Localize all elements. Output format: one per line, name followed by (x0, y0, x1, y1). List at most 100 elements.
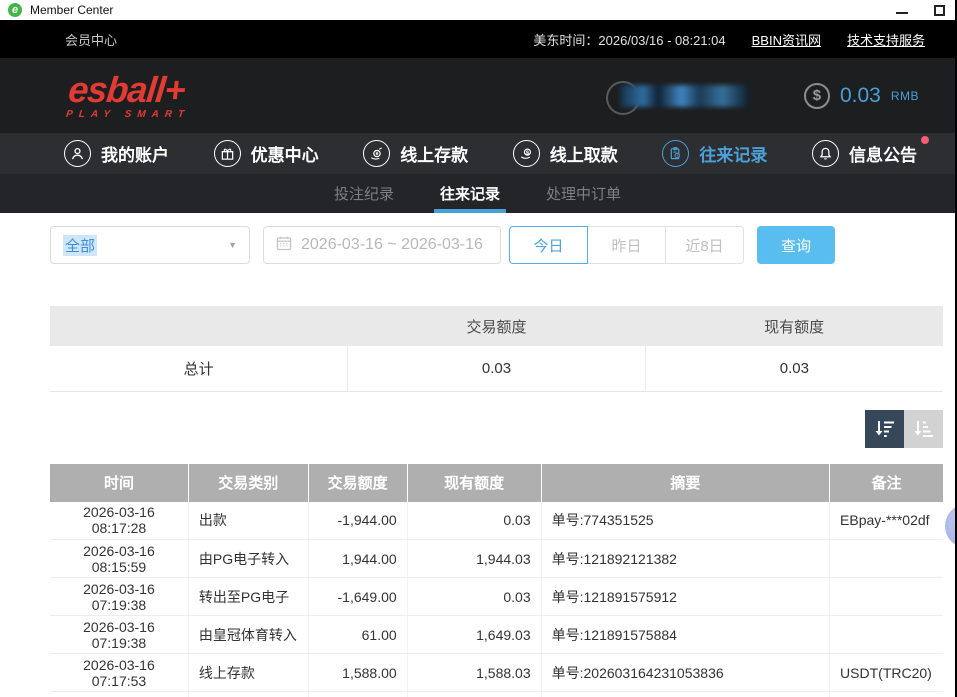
nav-promotions[interactable]: 优惠中心 (214, 140, 319, 167)
yesterday-button[interactable]: 昨日 (587, 226, 666, 264)
window-titlebar: e Member Center (0, 0, 955, 20)
search-button[interactable]: 查询 (757, 226, 835, 264)
table-cell: -1,649.00 (308, 578, 407, 616)
nav-withdraw[interactable]: $ 线上取款 (513, 140, 618, 167)
summary-header-row: 交易额度 现有额度 (50, 306, 943, 346)
nav-deposit[interactable]: ¥ 线上存款 (363, 140, 468, 167)
table-cell: 出款 (188, 502, 308, 540)
sort-ascending-button[interactable] (904, 410, 943, 448)
table-cell: USDT(TRC20) (830, 654, 943, 692)
nav-announcements[interactable]: 信息公告 (812, 140, 917, 167)
esball-logo: esball+ PLAY SMART (65, 72, 194, 120)
summary-header-empty (50, 306, 348, 346)
date-range-input[interactable]: 2026-03-16 ~ 2026-03-16 (263, 226, 501, 264)
col-type: 交易类别 (188, 464, 308, 502)
brand-header: esball+ PLAY SMART $ 0.03 RMB (0, 58, 955, 133)
notification-dot (921, 136, 929, 144)
col-balance: 现有额度 (407, 464, 541, 502)
col-summary: 摘要 (541, 464, 829, 502)
table-row: 2026-03-16 08:15:59由PG电子转入1,944.001,944.… (50, 540, 943, 578)
username-redacted (620, 85, 748, 107)
table-cell: 61.00 (308, 616, 407, 654)
floating-widget-button[interactable] (945, 504, 957, 548)
user-icon (64, 140, 91, 167)
table-cell: 1,588.00 (308, 654, 407, 692)
tab-transaction-records[interactable]: 往来记录 (434, 174, 506, 213)
maximize-button[interactable] (934, 5, 945, 16)
bbin-news-link[interactable]: BBIN资讯网 (752, 30, 821, 49)
sort-ascending-icon (913, 419, 935, 439)
table-row: 2026-03-16 07:19:38转出至PG电子-1,649.000.03单… (50, 578, 943, 616)
table-cell: 2026-03-16 08:15:59 (50, 540, 188, 578)
table-cell (830, 616, 943, 654)
col-time: 时间 (50, 464, 188, 502)
table-cell (830, 540, 943, 578)
table-cell: 单号:202603164231053836 (541, 654, 829, 692)
bell-icon (812, 140, 839, 167)
app-icon: e (8, 3, 22, 17)
gift-icon (214, 140, 241, 167)
nav-transaction-records[interactable]: 往来记录 (662, 140, 767, 167)
main-nav: 我的账户 优惠中心 ¥ 线上存款 $ 线上取款 往来记录 (0, 133, 955, 174)
table-cell (830, 692, 943, 697)
table-row: 2026-03-16 08:17:28出款-1,944.000.03单号:774… (50, 502, 943, 540)
table-cell: 1,588.03 (407, 654, 541, 692)
table-cell (830, 578, 943, 616)
last-8-days-button[interactable]: 近8日 (665, 226, 744, 264)
dollar-coin-icon: $ (804, 83, 830, 109)
table-cell: 由PG电子转入 (188, 540, 308, 578)
main-content: 全部 ▼ 2026-03-16 ~ 2026-03-16 今日 昨日 近8日 查… (0, 213, 943, 697)
today-button[interactable]: 今日 (509, 226, 588, 264)
summary-transaction-total: 0.03 (348, 346, 646, 391)
table-cell: 转出至PG电子 (188, 578, 308, 616)
withdraw-icon: $ (513, 140, 540, 167)
sort-descending-icon (874, 419, 896, 439)
balance-currency: RMB (891, 89, 919, 103)
eastern-time-label: 美东时间：2026/03/16 - 08:21:04 (533, 30, 725, 49)
table-header-row: 时间 交易类别 交易额度 现有额度 摘要 备注 (50, 464, 943, 502)
tab-pending-orders[interactable]: 处理中订单 (540, 174, 627, 213)
table-cell (308, 692, 407, 697)
table-cell: 单号:121891575912 (541, 578, 829, 616)
table-cell: 0.03 (407, 502, 541, 540)
table-cell: -1,944.00 (308, 502, 407, 540)
summary-header-balance: 现有额度 (645, 306, 943, 346)
table-cell: 单号:774351525 (541, 502, 829, 540)
sort-controls (50, 410, 943, 448)
table-cell: 2026-03-16 08:17:28 (50, 502, 188, 540)
tech-support-link[interactable]: 技术支持服务 (847, 30, 925, 49)
table-cell: 1,944.03 (407, 540, 541, 578)
date-range-value: 2026-03-16 ~ 2026-03-16 (301, 236, 483, 254)
balance-amount: 0.03 (840, 84, 881, 108)
category-selected-value: 全部 (63, 235, 97, 256)
svg-text:$: $ (526, 150, 530, 156)
chevron-down-icon: ▼ (228, 240, 237, 250)
table-cell (50, 692, 188, 697)
filter-row: 全部 ▼ 2026-03-16 ~ 2026-03-16 今日 昨日 近8日 查… (50, 226, 943, 264)
table-cell: 单号:121892121382 (541, 540, 829, 578)
nav-my-account[interactable]: 我的账户 (64, 140, 169, 167)
sub-nav: 投注纪录 往来记录 处理中订单 (0, 174, 955, 213)
table-cell: 1,944.00 (308, 540, 407, 578)
table-cell: 0.03 (407, 578, 541, 616)
user-account-chip[interactable] (606, 85, 748, 107)
summary-total-label: 总计 (50, 346, 348, 391)
summary-header-transaction: 交易额度 (348, 306, 646, 346)
wallet-balance[interactable]: $ 0.03 RMB (804, 83, 919, 109)
deposit-icon: ¥ (363, 140, 390, 167)
window-title: Member Center (30, 3, 113, 17)
transactions-table: 时间 交易类别 交易额度 现有额度 摘要 备注 2026-03-16 08:17… (50, 464, 943, 697)
col-amount: 交易额度 (308, 464, 407, 502)
summary-total-row: 总计 0.03 0.03 (50, 346, 943, 391)
table-cell (188, 692, 308, 697)
minimize-button[interactable] (896, 12, 908, 14)
tab-bet-records[interactable]: 投注纪录 (328, 174, 400, 213)
quick-date-group: 今日 昨日 近8日 (509, 226, 744, 264)
sort-descending-button[interactable] (865, 410, 904, 448)
table-cell: 由皇冠体育转入 (188, 616, 308, 654)
summary-table: 交易额度 现有额度 总计 0.03 0.03 (50, 306, 943, 392)
table-cell: 2026-03-16 07:17:53 (50, 654, 188, 692)
member-center-label: 会员中心 (65, 30, 117, 49)
table-row: 2026-03-16 07:19:38由皇冠体育转入61.001,649.03单… (50, 616, 943, 654)
category-select[interactable]: 全部 ▼ (50, 226, 250, 264)
